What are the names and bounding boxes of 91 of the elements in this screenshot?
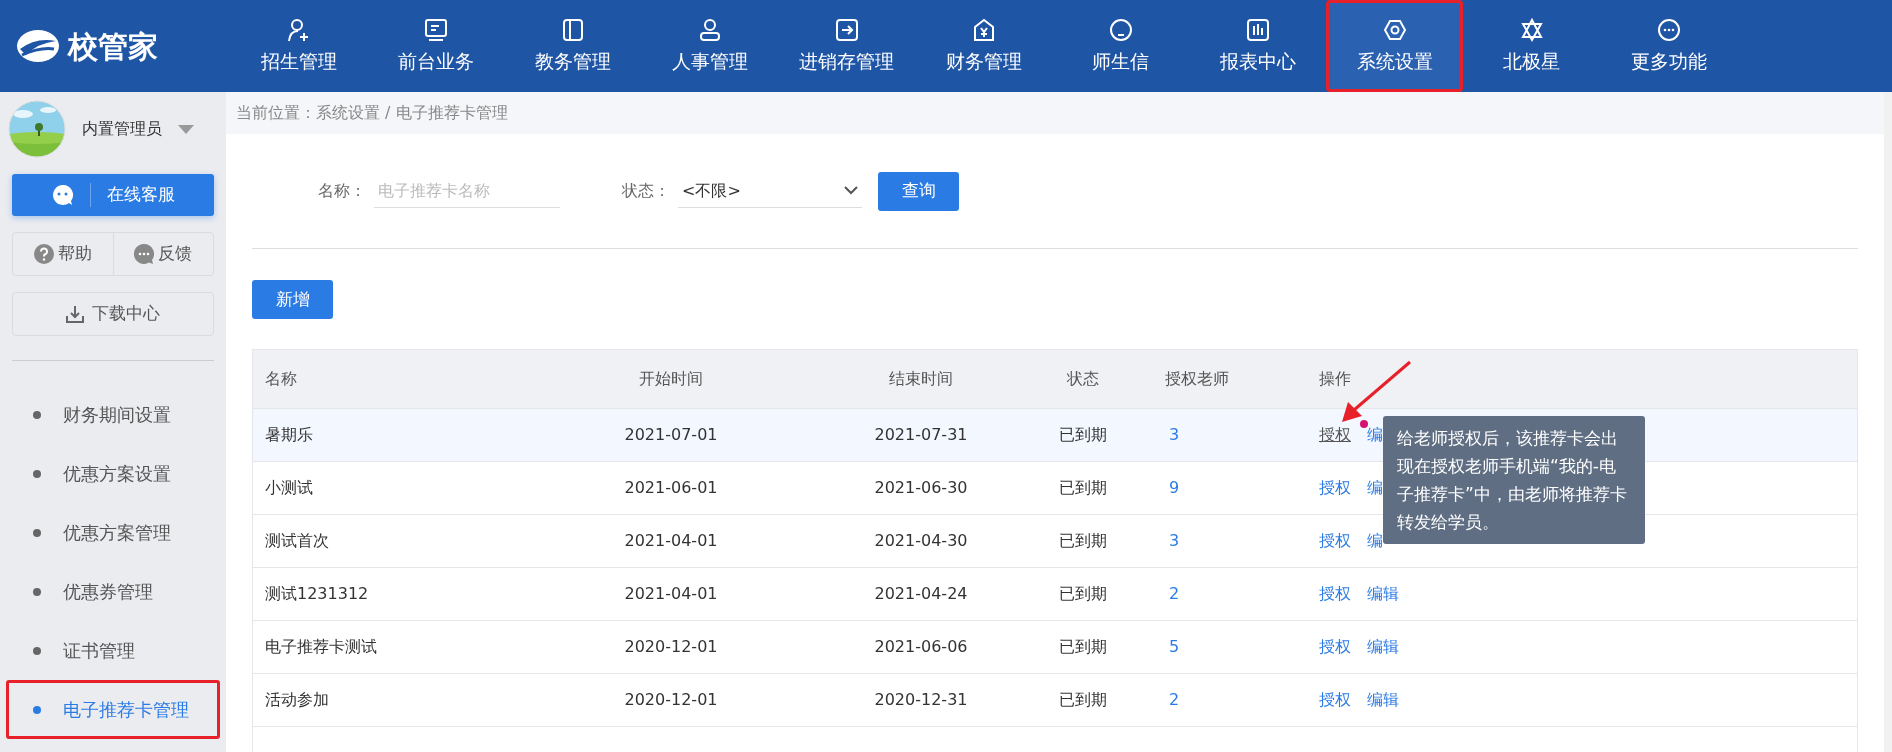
teacher-count-link[interactable]: 3 (1169, 529, 1180, 553)
breadcrumb: 当前位置：系统设置 / 电子推荐卡管理 (236, 102, 508, 124)
nav-tab[interactable]: 前台业务 (367, 0, 504, 92)
sidebar-item[interactable]: 财务期间设置 (6, 385, 220, 444)
table-cell-text: 测试首次 (265, 530, 329, 552)
table-cell-text: 2021-07-31 (874, 424, 968, 446)
table-cell-text: 活动参加 (265, 689, 329, 711)
column-header: 结束时间 (889, 368, 953, 390)
table-cell-text: 2021-04-30 (874, 530, 968, 552)
table-cell-text: 2021-04-01 (624, 530, 718, 552)
action-link[interactable]: 编辑 (1367, 635, 1399, 659)
teacher-count-link[interactable]: 9 (1169, 476, 1180, 500)
sidebar-item[interactable]: 优惠方案管理 (6, 503, 220, 562)
download-button[interactable]: 下载中心 (12, 292, 214, 336)
chat-face-icon (51, 184, 74, 206)
nav-tab[interactable]: 更多功能 (1600, 0, 1737, 92)
table-cell-text: 已到期 (1059, 583, 1107, 605)
nav-tab[interactable]: 招生管理 (230, 0, 367, 92)
nav-tab[interactable]: 报表中心 (1189, 0, 1326, 92)
sidebar-item[interactable]: 证书管理 (6, 621, 220, 680)
table-cell-text: 2020-12-01 (624, 636, 718, 658)
nav-tab[interactable]: 教务管理 (504, 0, 641, 92)
nav-tab[interactable]: 北极星 (1463, 0, 1600, 92)
chat-icon (134, 244, 155, 264)
logo-text: 校管家 (68, 27, 158, 66)
table-cell-text: 2021-04-24 (874, 583, 968, 605)
action-link[interactable]: 授权 (1319, 635, 1351, 659)
monitor-icon (422, 16, 449, 43)
action-link[interactable]: 授权 (1319, 529, 1351, 553)
table-cell-text: 2021-06-06 (874, 636, 968, 658)
column-header: 授权老师 (1165, 368, 1229, 390)
table-cell-text: 已到期 (1059, 477, 1107, 499)
table-cell-text: 2021-06-01 (624, 477, 718, 499)
teacher-count-link[interactable]: 2 (1169, 582, 1180, 606)
nav-tab[interactable]: 进销存管理 (778, 0, 915, 92)
logo-icon (16, 29, 60, 63)
table-cell-text: 2021-06-30 (874, 477, 968, 499)
more-icon (1655, 16, 1682, 43)
teacher-count-link[interactable]: 5 (1169, 635, 1180, 659)
table-cell-text: 小测试 (265, 477, 313, 499)
bar-chart-icon (1244, 16, 1271, 43)
action-link[interactable]: 编辑 (1367, 582, 1399, 606)
column-header: 名称 (265, 368, 297, 390)
action-link[interactable]: 授权 (1319, 476, 1351, 500)
table-cell-text: 已到期 (1059, 424, 1107, 446)
table-cell-text: 2020-12-01 (624, 689, 718, 711)
download-icon (66, 305, 84, 323)
table-cell-text: 2021-07-01 (624, 424, 718, 446)
action-link[interactable]: 编 (1367, 423, 1383, 447)
action-link[interactable]: 编辑 (1367, 688, 1399, 712)
nav-tab[interactable]: 系统设置 (1326, 0, 1463, 92)
nav-tab[interactable]: 财务管理 (915, 0, 1052, 92)
tooltip: 给老师授权后，该推荐卡会出现在授权老师手机端“我的-电子推荐卡”中，由老师将推荐卡转发给学员。 (1383, 416, 1645, 544)
nav-tab[interactable]: 师生信 (1052, 0, 1189, 92)
name-label: 名称： (318, 180, 366, 202)
user-name: 内置管理员 (82, 118, 162, 140)
table-cell-text: 2021-04-01 (624, 583, 718, 605)
table-cell-text: 已到期 (1059, 530, 1107, 552)
feedback-button[interactable]: 反馈 (112, 233, 213, 275)
action-link[interactable]: 授权 (1319, 582, 1351, 606)
table-cell-text: 已到期 (1059, 689, 1107, 711)
teacher-count-link[interactable]: 2 (1169, 688, 1180, 712)
online-service-button[interactable]: 在线客服 (12, 174, 214, 216)
action-link[interactable]: 授权 (1319, 688, 1351, 712)
scrollbar[interactable] (1884, 92, 1892, 752)
sidebar-item[interactable]: 优惠方案设置 (6, 444, 220, 503)
enter-icon (833, 16, 860, 43)
table-cell-text: 已到期 (1059, 636, 1107, 658)
column-header: 状态 (1067, 368, 1099, 390)
action-link[interactable]: 编 (1367, 529, 1383, 553)
query-button[interactable]: 查询 (878, 171, 959, 211)
sidebar-item[interactable]: 电子推荐卡管理 (6, 680, 220, 739)
teacher-count-link[interactable]: 3 (1169, 423, 1180, 447)
nav-tab[interactable]: 人事管理 (641, 0, 778, 92)
action-link[interactable]: 授权 (1319, 423, 1351, 447)
action-link[interactable]: 编 (1367, 476, 1383, 500)
status-label: 状态： (622, 180, 670, 202)
column-header: 开始时间 (639, 368, 703, 390)
table-cell-text: 暑期乐 (265, 424, 313, 446)
column-header: 操作 (1319, 368, 1351, 390)
caret-icon[interactable] (178, 124, 194, 134)
table-cell-text: 测试1231312 (265, 583, 369, 605)
chevron-down-icon (844, 186, 858, 195)
table-cell-text: 2020-12-31 (874, 689, 968, 711)
face-icon (1107, 16, 1134, 43)
sidebar-item[interactable]: 优惠券管理 (6, 562, 220, 621)
notification-dot (1360, 420, 1368, 428)
help-icon (33, 244, 54, 264)
help-button[interactable]: 帮助 (13, 233, 113, 275)
table-cell-text: 电子推荐卡测试 (265, 636, 377, 658)
add-button[interactable]: 新增 (252, 280, 333, 319)
